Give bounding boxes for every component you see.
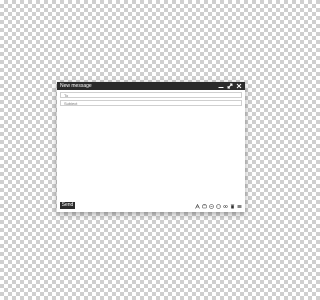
formatting-toolbar [195, 203, 242, 209]
emoji-icon[interactable] [216, 203, 221, 209]
more-options-icon[interactable] [237, 204, 242, 209]
to-field[interactable] [60, 92, 242, 98]
minimize-icon[interactable] [218, 83, 224, 89]
text-format-icon[interactable] [195, 203, 200, 209]
close-icon[interactable] [236, 83, 242, 89]
compose-footer: Send [57, 199, 245, 212]
attach-icon[interactable] [202, 203, 207, 209]
compose-window: New message Send [57, 82, 245, 212]
to-input[interactable] [61, 93, 241, 97]
window-title: New message [60, 83, 92, 89]
expand-icon[interactable] [227, 83, 233, 89]
image-icon[interactable] [223, 204, 228, 209]
window-controls [218, 83, 242, 89]
send-button[interactable]: Send [60, 202, 75, 209]
link-icon[interactable] [209, 203, 214, 209]
compose-titlebar: New message [57, 82, 245, 90]
message-body[interactable] [60, 108, 242, 197]
trash-icon[interactable] [230, 204, 235, 209]
subject-input[interactable] [61, 101, 241, 105]
subject-field[interactable] [60, 100, 242, 106]
